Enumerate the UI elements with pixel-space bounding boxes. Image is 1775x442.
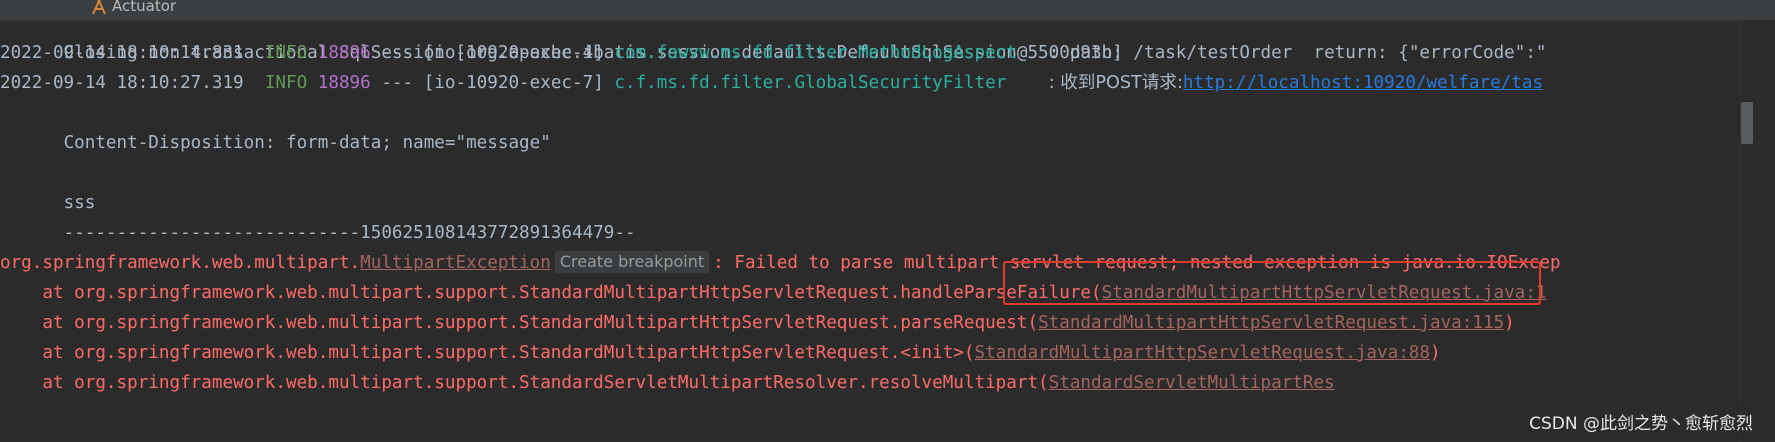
log-text: Content-Disposition: form-data; name="me… bbox=[63, 133, 551, 153]
tab-actuator-label: Actuator bbox=[112, 0, 177, 15]
csdn-watermark: CSDN @此剑之势丶愈斩愈烈 bbox=[1525, 407, 1757, 436]
log-line-empty bbox=[0, 128, 64, 158]
create-breakpoint-button[interactable]: Create breakpoint bbox=[554, 251, 710, 273]
log-timestamp: 2022-09-14 18:10:27.319 bbox=[0, 73, 244, 93]
log-line-content-disposition: Content-Disposition: form-data; name="me… bbox=[0, 98, 551, 153]
stack-frame-source-link[interactable]: StandardServletMultipartRes bbox=[1049, 373, 1335, 393]
log-logger: c.f.ms.fd.filter.GlobalSecurityFilter bbox=[614, 73, 1007, 93]
log-line-security-filter: 2022-09-14 18:10:27.319 INFO 18896 --- [… bbox=[0, 68, 1543, 98]
log-thread: --- [io-10920-exec-4] bbox=[381, 43, 604, 63]
tool-window-tabbar: ole Actuator bbox=[0, 0, 1775, 21]
log-pid: 18896 bbox=[317, 43, 371, 63]
log-timestamp: 2022-09-14 18:10:14.831 bbox=[0, 43, 244, 63]
stack-frame-source-link[interactable]: StandardMultipartHttpServletRequest.java… bbox=[1038, 313, 1504, 333]
ide-console-window: ole Actuator Closing non transactional S… bbox=[0, 0, 1775, 442]
stack-frame: at org.springframework.web.multipart.sup… bbox=[0, 278, 1547, 308]
stack-frame-suffix: ) bbox=[1429, 343, 1441, 363]
request-url-link[interactable]: http://localhost:10920/welfare/tas bbox=[1183, 73, 1543, 93]
stack-frame-text: at org.springframework.web.multipart.sup… bbox=[0, 313, 1039, 333]
log-line-boundary: ----------------------------150625108143… bbox=[0, 188, 636, 243]
vertical-scrollbar-thumb[interactable] bbox=[1741, 102, 1753, 144]
stack-frame: at org.springframework.web.multipart.sup… bbox=[0, 338, 1441, 368]
console-output[interactable]: Closing non transactional SqlSession [or… bbox=[0, 20, 1740, 442]
stack-frame-text: at org.springframework.web.multipart.sup… bbox=[0, 343, 975, 363]
exception-class-link[interactable]: MultipartException bbox=[360, 253, 551, 273]
log-level: INFO bbox=[264, 43, 308, 63]
exception-message-highlight: multipart servlet request; nested except… bbox=[903, 253, 1360, 273]
stack-frame-source-link[interactable]: StandardMultipartHttpServletRequest.java… bbox=[1102, 283, 1547, 303]
stack-frame-source-link[interactable]: StandardMultipartHttpServletRequest.java… bbox=[975, 343, 1430, 363]
exception-package: org.springframework.web.multipart. bbox=[0, 253, 361, 273]
log-line-method-log: 2022-09-14 18:10:14.831 INFO 18896 --- [… bbox=[0, 38, 1547, 68]
stack-frame-text: at org.springframework.web.multipart.sup… bbox=[0, 373, 1049, 393]
actuator-icon bbox=[92, 0, 106, 15]
log-line-empty-2 bbox=[0, 218, 64, 248]
log-line-closing-session: Closing non transactional SqlSession [or… bbox=[0, 20, 1123, 63]
log-logger: com.fawvw.ms.fd.filter.MethodLogAspect bbox=[614, 43, 1017, 63]
log-message: : path: /task/testOrder return: {"errorC… bbox=[1048, 43, 1547, 63]
stack-frame-text: at org.springframework.web.multipart.sup… bbox=[0, 283, 1102, 303]
stack-frame: at org.springframework.web.multipart.sup… bbox=[0, 368, 1335, 398]
log-line-sss: sss bbox=[0, 158, 96, 213]
vertical-scrollbar-track[interactable] bbox=[1740, 20, 1775, 442]
stack-frame-suffix: ) bbox=[1504, 313, 1515, 333]
log-thread: --- [io-10920-exec-7] bbox=[381, 73, 604, 93]
stack-frame: at org.springframework.web.multipart.sup… bbox=[0, 308, 1515, 338]
exception-message-pre: : Failed to parse bbox=[713, 253, 904, 273]
tab-actuator[interactable]: Actuator bbox=[90, 0, 176, 20]
log-level: INFO bbox=[264, 73, 308, 93]
log-message-prefix: : 收到POST请求: bbox=[1048, 73, 1183, 93]
exception-line: org.springframework.web.multipart.Multip… bbox=[0, 248, 1561, 278]
exception-message-post: is java.io.IOExcep bbox=[1359, 253, 1561, 273]
log-text: ----------------------------150625108143… bbox=[63, 223, 636, 243]
log-pid: 18896 bbox=[317, 73, 371, 93]
